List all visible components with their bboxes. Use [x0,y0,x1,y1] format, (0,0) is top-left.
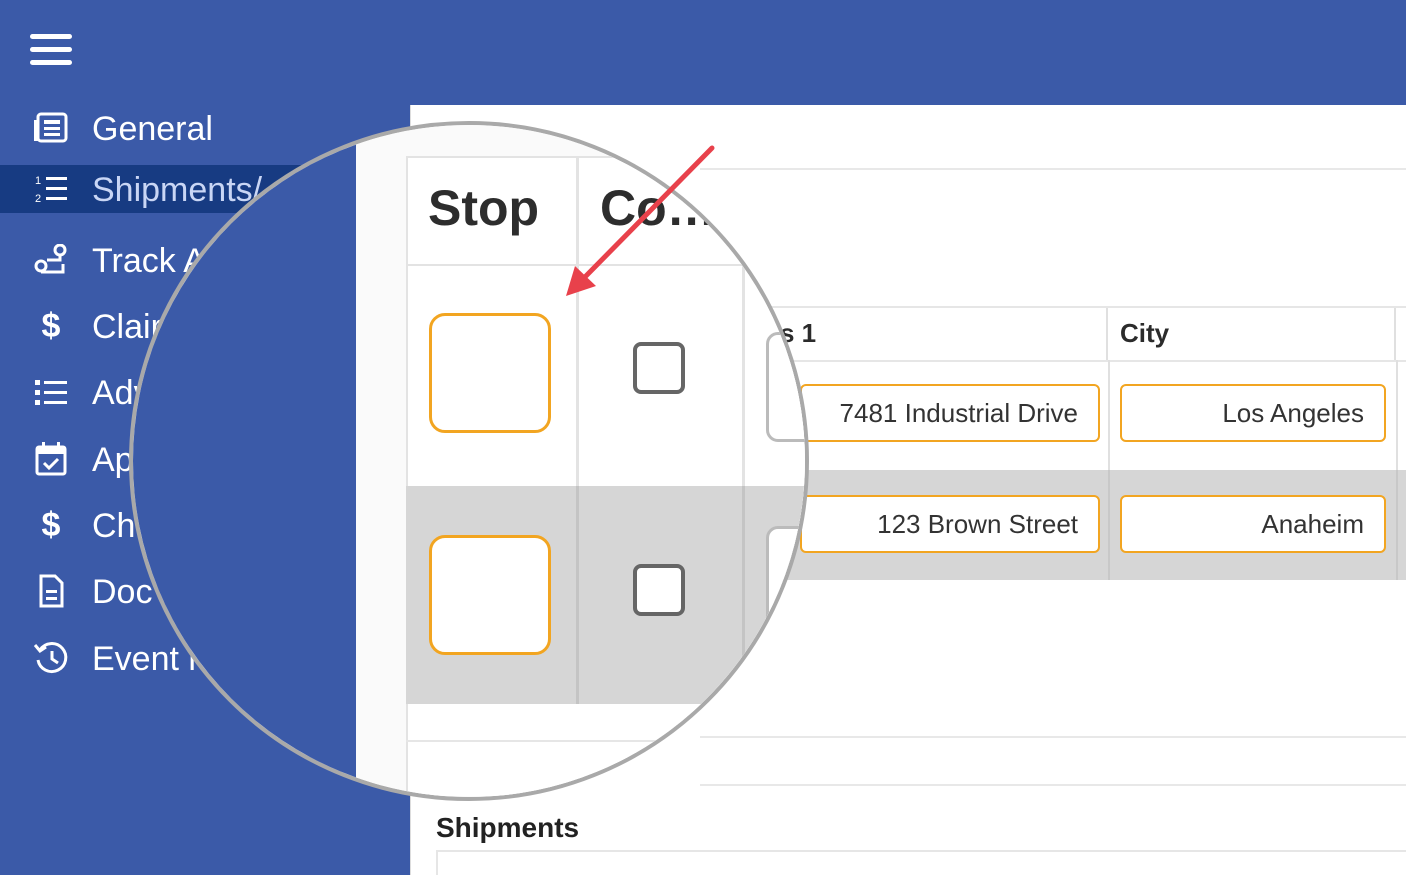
annotation-arrow [566,145,715,296]
